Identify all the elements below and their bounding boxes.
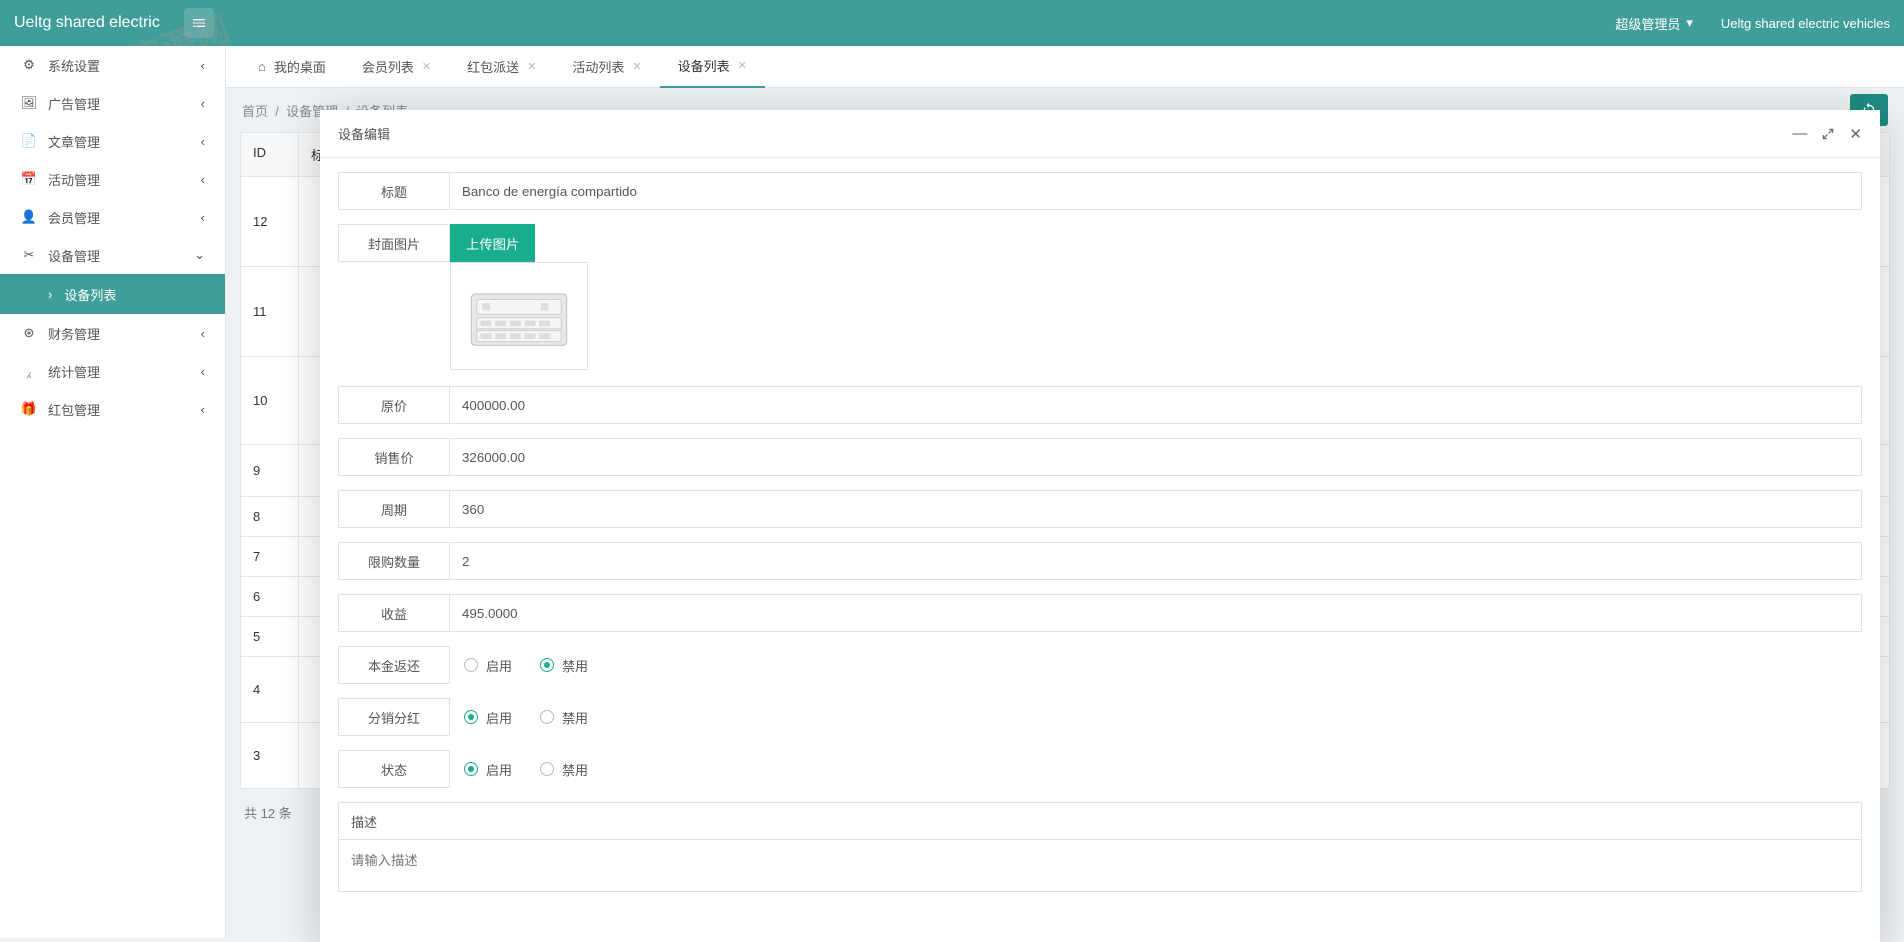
sidebar-item-device[interactable]: ✂设备管理⌄ <box>0 236 225 274</box>
cell-id: 7 <box>241 537 299 576</box>
label-limit-qty: 限购数量 <box>338 542 450 580</box>
expand-icon <box>1821 127 1835 141</box>
chevron-left-icon: ‹ <box>201 326 205 341</box>
menu-icon <box>191 15 207 31</box>
sidebar-item-redpacket[interactable]: 🎁红包管理‹ <box>0 390 225 428</box>
tabs: ⌂我的桌面 会员列表✕ 红包派送✕ 活动列表✕ 设备列表✕ <box>226 46 1904 88</box>
chevron-left-icon: ‹ <box>201 364 205 379</box>
image-preview[interactable] <box>450 262 588 370</box>
cell-id: 6 <box>241 577 299 616</box>
close-icon[interactable]: ✕ <box>422 60 431 73</box>
home-icon: ⌂ <box>258 59 266 74</box>
label-description: 描述 <box>338 802 1862 840</box>
label-profit: 收益 <box>338 594 450 632</box>
chevron-left-icon: ‹ <box>201 134 205 149</box>
gift-icon: 🎁 <box>20 401 38 417</box>
cell-id: 8 <box>241 497 299 536</box>
radio-dividend-disable[interactable]: 禁用 <box>540 708 588 727</box>
minimize-button[interactable]: — <box>1792 125 1807 143</box>
sidebar-item-system[interactable]: ⚙系统设置‹ <box>0 46 225 84</box>
label-status: 状态 <box>338 750 450 788</box>
tab-members[interactable]: 会员列表✕ <box>344 46 449 88</box>
close-icon[interactable]: ✕ <box>527 60 536 73</box>
cell-id: 12 <box>241 177 299 266</box>
sidebar-item-activity[interactable]: 📅活动管理‹ <box>0 160 225 198</box>
chevron-left-icon: ‹ <box>201 58 205 73</box>
file-icon: 📄 <box>20 133 38 149</box>
input-orig-price[interactable] <box>450 386 1862 424</box>
image-icon: 🖼 <box>20 95 38 111</box>
device-image <box>464 278 574 354</box>
tab-activities[interactable]: 活动列表✕ <box>554 46 659 88</box>
chevron-left-icon: ‹ <box>201 402 205 417</box>
radio-principal-enable[interactable]: 启用 <box>464 656 512 675</box>
input-period[interactable] <box>450 490 1862 528</box>
modal-body: 标题 封面图片 上传图片 原价 销售价 <box>320 158 1880 942</box>
tab-redpacket[interactable]: 红包派送✕ <box>449 46 554 88</box>
user-icon: 👤 <box>20 209 38 225</box>
input-sale-price[interactable] <box>450 438 1862 476</box>
cell-id: 5 <box>241 617 299 656</box>
sidebar-item-ad[interactable]: 🖼广告管理‹ <box>0 84 225 122</box>
logo: Ueltg shared electric <box>14 14 160 32</box>
chevron-down-icon: ⌄ <box>194 247 205 263</box>
cell-id: 3 <box>241 723 299 788</box>
table-header-id: ID <box>241 133 299 176</box>
modal-title: 设备编辑 <box>338 124 390 143</box>
radio-dividend: 启用 禁用 <box>450 698 1862 736</box>
radio-status-disable[interactable]: 禁用 <box>540 760 588 779</box>
modal-device-edit: 设备编辑 — ✕ 标题 封面图片 上传图片 <box>320 110 1880 942</box>
sidebar-item-finance[interactable]: ⊛财务管理‹ <box>0 314 225 352</box>
textarea-description[interactable] <box>338 840 1862 892</box>
header: Ueltg shared electric 超级管理员 ▾ Ueltg shar… <box>0 0 1904 46</box>
radio-status-enable[interactable]: 启用 <box>464 760 512 779</box>
sidebar-item-member[interactable]: 👤会员管理‹ <box>0 198 225 236</box>
user-label: 超级管理员 <box>1615 14 1680 33</box>
sidebar-subitem-device-list[interactable]: ›设备列表 <box>0 274 225 314</box>
tab-devices[interactable]: 设备列表✕ <box>660 46 765 88</box>
brand-label: Ueltg shared electric vehicles <box>1721 16 1890 31</box>
upload-button[interactable]: 上传图片 <box>450 224 535 262</box>
close-icon[interactable]: ✕ <box>632 60 641 73</box>
close-button[interactable]: ✕ <box>1849 125 1862 143</box>
label-principal-return: 本金返还 <box>338 646 450 684</box>
calendar-icon: 📅 <box>20 171 38 187</box>
tab-desktop[interactable]: ⌂我的桌面 <box>240 46 344 88</box>
chevron-right-icon: › <box>48 287 52 302</box>
cell-id: 9 <box>241 445 299 496</box>
label-dividend: 分销分红 <box>338 698 450 736</box>
chevron-down-icon: ▾ <box>1686 15 1693 31</box>
sidebar-item-stats[interactable]: ⁁统计管理‹ <box>0 352 225 390</box>
label-orig-price: 原价 <box>338 386 450 424</box>
coin-icon: ⊛ <box>20 325 38 341</box>
chevron-left-icon: ‹ <box>201 210 205 225</box>
cell-id: 10 <box>241 357 299 444</box>
radio-principal-disable[interactable]: 禁用 <box>540 656 588 675</box>
input-profit[interactable] <box>450 594 1862 632</box>
label-cover: 封面图片 <box>338 224 450 262</box>
radio-status: 启用 禁用 <box>450 750 1862 788</box>
chevron-left-icon: ‹ <box>201 172 205 187</box>
modal-header: 设备编辑 — ✕ <box>320 110 1880 158</box>
cell-id: 4 <box>241 657 299 722</box>
label-title: 标题 <box>338 172 450 210</box>
maximize-button[interactable] <box>1821 125 1835 143</box>
label-period: 周期 <box>338 490 450 528</box>
user-menu[interactable]: 超级管理员 ▾ <box>1615 14 1693 33</box>
chart-icon: ⁁ <box>20 363 38 379</box>
input-limit-qty[interactable] <box>450 542 1862 580</box>
label-sale-price: 销售价 <box>338 438 450 476</box>
close-icon[interactable]: ✕ <box>738 59 747 72</box>
gear-icon: ⚙ <box>20 57 38 73</box>
chevron-left-icon: ‹ <box>201 96 205 111</box>
sidebar-toggle[interactable] <box>184 8 214 38</box>
input-title[interactable] <box>450 172 1862 210</box>
sidebar: ⚙系统设置‹ 🖼广告管理‹ 📄文章管理‹ 📅活动管理‹ 👤会员管理‹ ✂设备管理… <box>0 46 226 938</box>
tools-icon: ✂ <box>20 247 38 263</box>
radio-dividend-enable[interactable]: 启用 <box>464 708 512 727</box>
cell-id: 11 <box>241 267 299 356</box>
sidebar-item-article[interactable]: 📄文章管理‹ <box>0 122 225 160</box>
radio-principal-return: 启用 禁用 <box>450 646 1862 684</box>
